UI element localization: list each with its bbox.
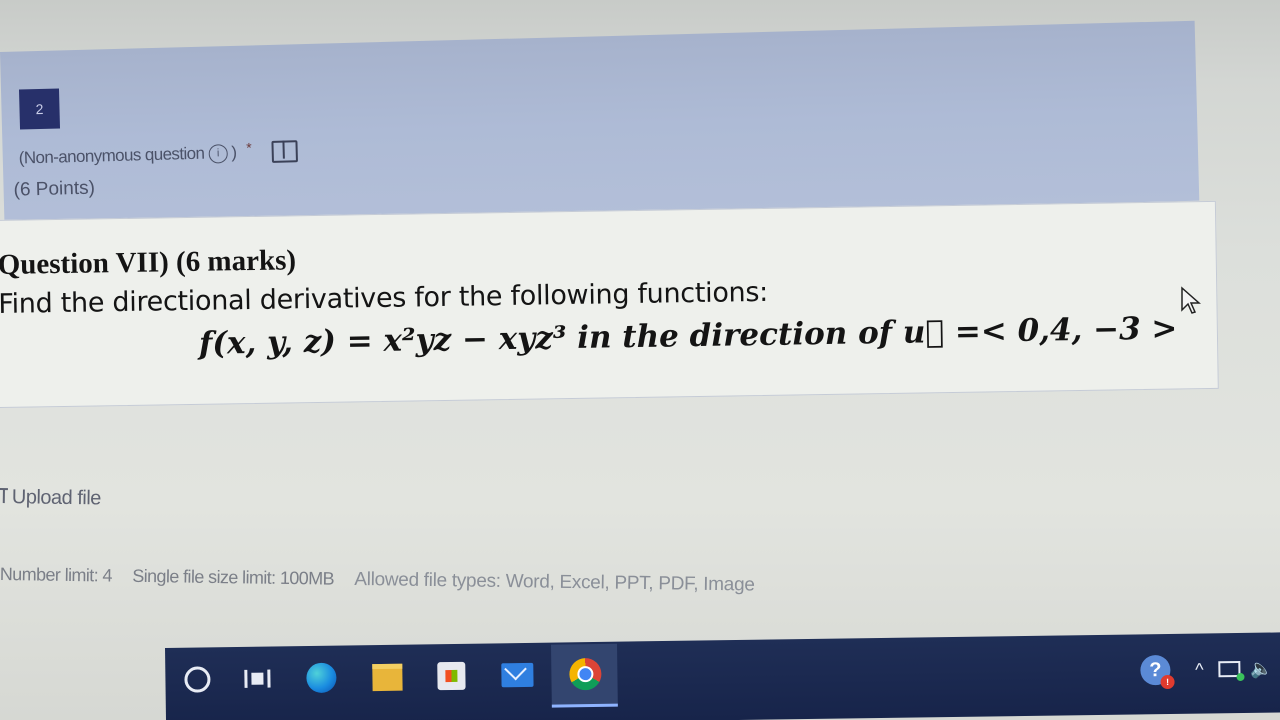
info-icon[interactable]: i [208,143,228,164]
help-badge: ! [1160,674,1175,690]
required-mark: * [246,139,252,156]
file-size-limit: Single file size limit: 100MB [132,565,335,589]
upload-limits: Number limit: 4 Single file size limit: … [0,564,771,597]
question-title: Question VII) (6 marks) [0,244,297,281]
network-icon [1218,660,1241,678]
allowed-file-types: Allowed file types: Word, Excel, PPT, PD… [354,568,755,596]
upload-icon [0,487,10,507]
mouse-cursor-icon [1181,286,1201,314]
search-icon [184,666,211,693]
immersive-reader-icon[interactable] [270,140,298,163]
screen: 2 (Non-anonymous question i ) * (6 Point… [0,0,1280,720]
question-formula: f(x, y, z) = x²yz − xyz³ in the directio… [198,310,1178,362]
taskbar-store[interactable] [433,658,469,694]
taskbar-chrome[interactable] [567,656,603,692]
tray-network[interactable] [1211,651,1247,687]
taskbar-mail[interactable] [499,657,535,693]
taskbar-edge[interactable] [303,660,339,696]
chrome-icon [569,657,602,691]
taskbar: ? ! ^ 🔈 [165,631,1280,720]
question-points: (6 Points) [13,177,96,201]
taskbar-search[interactable] [179,661,215,697]
store-icon [437,661,466,691]
chevron-up-icon: ^ [1195,659,1204,680]
task-view-icon [244,669,271,688]
question-instruction: Find the directional derivatives for the… [0,276,769,320]
number-limit: Number limit: 4 [0,564,113,586]
taskbar-file-explorer[interactable] [369,659,405,695]
chrome-active-indicator [551,703,618,708]
upload-file-label: Upload file [11,486,102,510]
taskbar-task-view[interactable] [239,660,275,696]
question-meta: (Non-anonymous question i ) * [18,139,298,169]
question-image: Question VII) (6 marks) Find the directi… [0,200,1219,408]
tray-volume[interactable]: 🔈 [1243,650,1279,686]
edge-icon [306,662,337,694]
tray-help[interactable]: ? ! [1137,652,1175,690]
closing-paren: ) [231,142,237,162]
question-number: 2 [18,88,61,130]
question-header: 2 (Non-anonymous question i ) * (6 Point… [0,20,1200,232]
help-icon: ? ! [1140,654,1175,690]
non-anonymous-label: (Non-anonymous question [18,143,205,168]
file-explorer-icon [372,663,403,691]
mail-icon [501,662,534,688]
volume-icon: 🔈 [1250,658,1273,679]
upload-file-button[interactable]: Upload file [0,486,101,510]
